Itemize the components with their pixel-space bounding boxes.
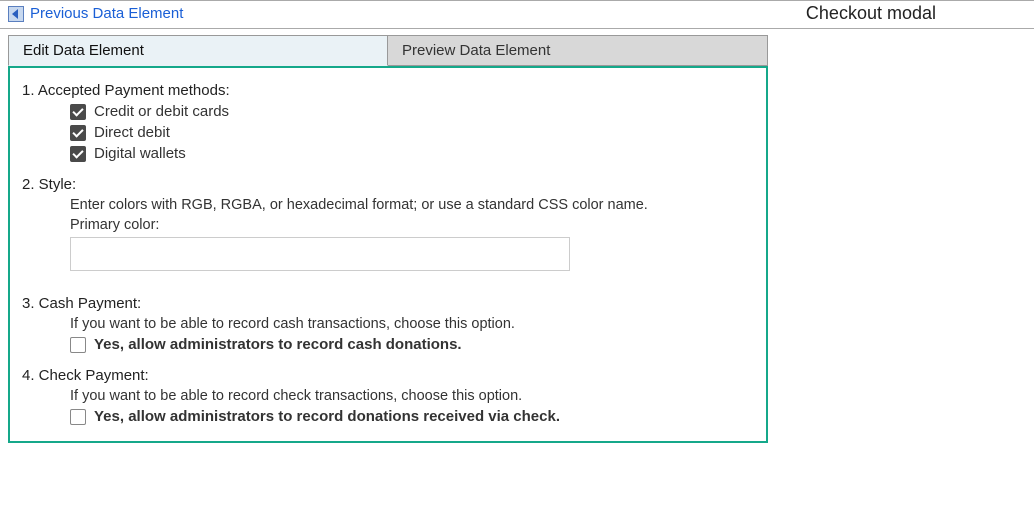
- section-check-payment: 4. Check Payment: If you want to be able…: [22, 367, 754, 425]
- option-allow-cash[interactable]: Yes, allow administrators to record cash…: [70, 336, 754, 353]
- primary-color-label: Primary color:: [70, 217, 754, 233]
- checkbox-icon[interactable]: [70, 104, 86, 120]
- option-allow-check[interactable]: Yes, allow administrators to record dona…: [70, 408, 754, 425]
- page-title: Checkout modal: [806, 3, 936, 24]
- tab-edit[interactable]: Edit Data Element: [8, 35, 388, 66]
- previous-data-element-link[interactable]: Previous Data Element: [30, 5, 183, 22]
- section-cash-payment: 3. Cash Payment: If you want to be able …: [22, 295, 754, 353]
- option-digital-wallets[interactable]: Digital wallets: [70, 145, 754, 162]
- option-label: Credit or debit cards: [94, 103, 229, 120]
- back-icon[interactable]: [8, 6, 24, 22]
- section-accepted-payment: 1. Accepted Payment methods: Credit or d…: [22, 82, 754, 162]
- tab-preview[interactable]: Preview Data Element: [388, 35, 768, 66]
- section-style: 2. Style: Enter colors with RGB, RGBA, o…: [22, 176, 754, 281]
- option-direct-debit[interactable]: Direct debit: [70, 124, 754, 141]
- section-title: 4. Check Payment:: [22, 367, 754, 384]
- style-hint: Enter colors with RGB, RGBA, or hexadeci…: [70, 197, 754, 213]
- checkbox-icon[interactable]: [70, 337, 86, 353]
- section-title: 2. Style:: [22, 176, 754, 193]
- option-label: Yes, allow administrators to record cash…: [94, 336, 462, 353]
- edit-panel: 1. Accepted Payment methods: Credit or d…: [8, 66, 768, 443]
- cash-hint: If you want to be able to record cash tr…: [70, 316, 754, 332]
- checkbox-icon[interactable]: [70, 146, 86, 162]
- tabs: Edit Data Element Preview Data Element: [8, 35, 1034, 66]
- primary-color-input[interactable]: [70, 237, 570, 271]
- option-label: Yes, allow administrators to record dona…: [94, 408, 560, 425]
- checkbox-icon[interactable]: [70, 409, 86, 425]
- option-label: Digital wallets: [94, 145, 186, 162]
- section-title: 1. Accepted Payment methods:: [22, 82, 754, 99]
- section-title: 3. Cash Payment:: [22, 295, 754, 312]
- option-credit-cards[interactable]: Credit or debit cards: [70, 103, 754, 120]
- option-label: Direct debit: [94, 124, 170, 141]
- top-bar: Previous Data Element Checkout modal: [0, 0, 1034, 29]
- checkbox-icon[interactable]: [70, 125, 86, 141]
- check-hint: If you want to be able to record check t…: [70, 388, 754, 404]
